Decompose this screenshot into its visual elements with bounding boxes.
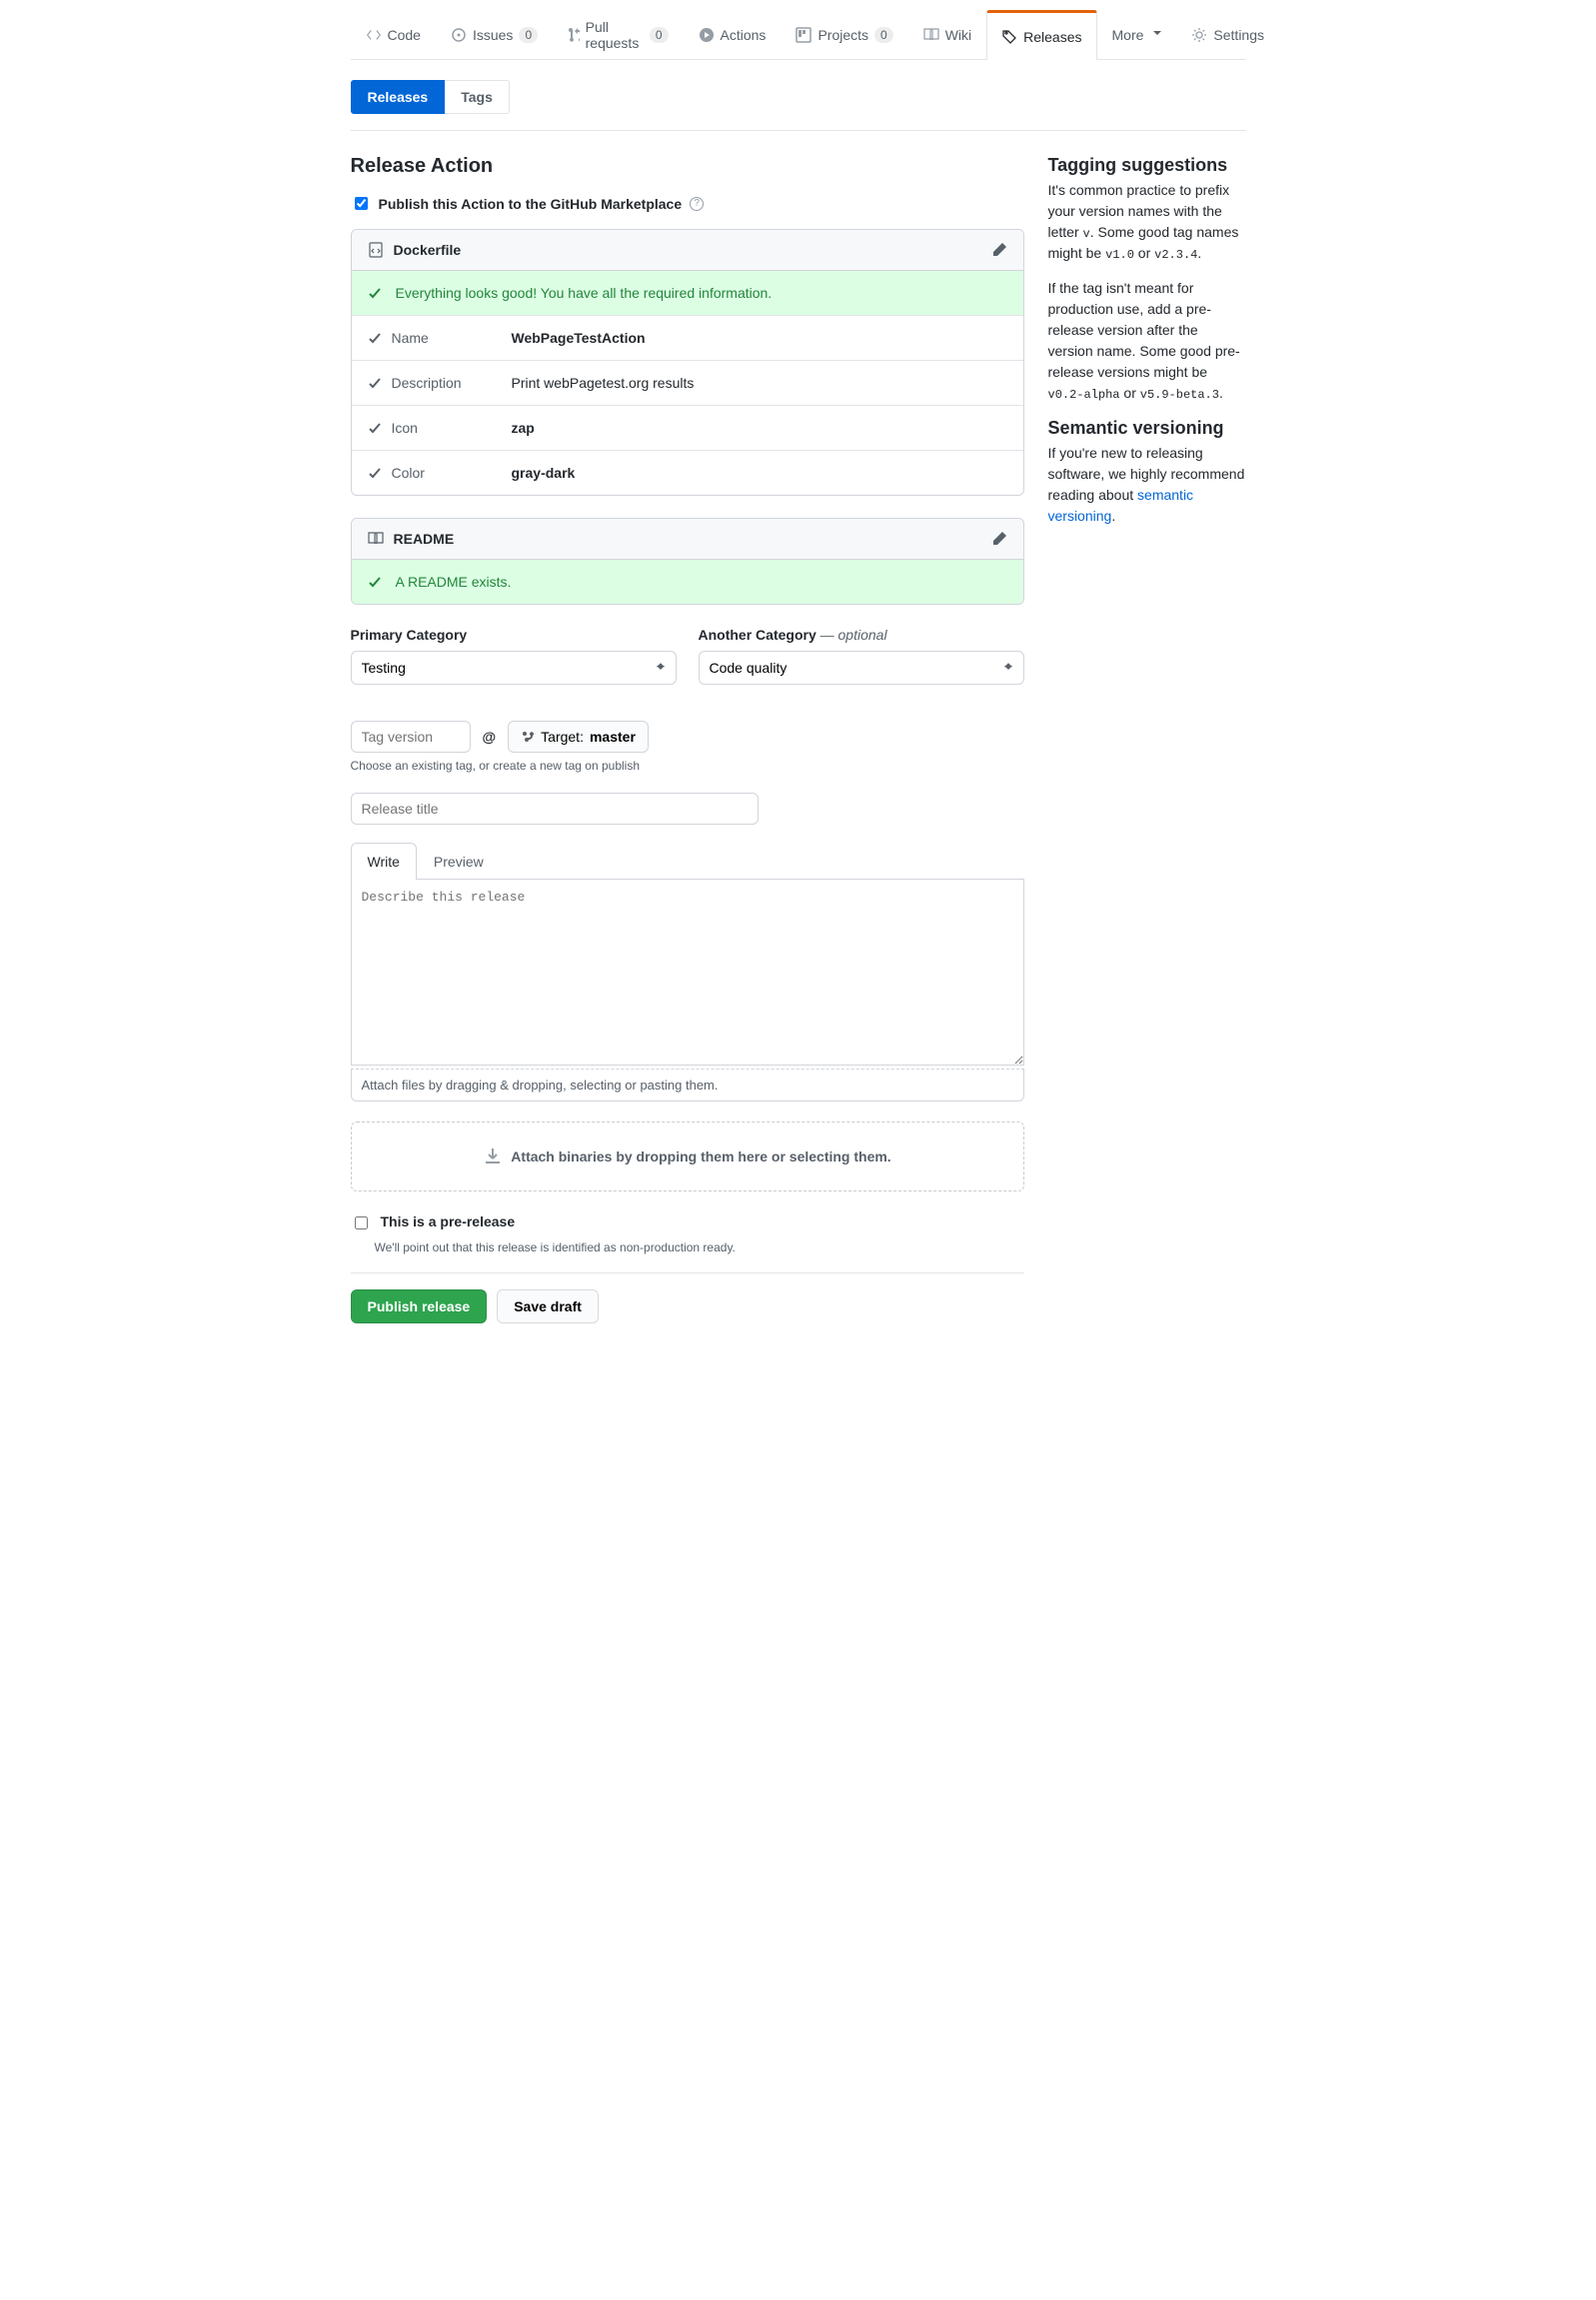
publish-label: Publish this Action to the GitHub Market… [379, 196, 683, 212]
release-description-textarea[interactable] [351, 880, 1024, 1066]
tag-icon [1001, 29, 1017, 45]
subnav-releases[interactable]: Releases [351, 80, 446, 114]
book-icon [368, 531, 384, 547]
release-title-input[interactable] [351, 793, 759, 825]
nav-projects-count: 0 [874, 27, 893, 43]
nav-issues-count: 0 [519, 27, 538, 43]
readme-box: README A README exists. [351, 518, 1024, 605]
tab-preview[interactable]: Preview [417, 843, 501, 880]
releases-subnav: Releases Tags [351, 80, 1246, 114]
nav-code[interactable]: Code [351, 10, 436, 59]
play-icon [699, 27, 715, 43]
primary-category-label: Primary Category [351, 627, 677, 643]
nav-releases[interactable]: Releases [986, 10, 1096, 60]
sidebar-paragraph: If you're new to releasing software, we … [1048, 443, 1246, 527]
book-icon [923, 27, 939, 43]
another-category-select[interactable]: Code quality [699, 651, 1024, 685]
nav-releases-label: Releases [1023, 29, 1081, 45]
check-icon [368, 331, 382, 345]
save-draft-button[interactable]: Save draft [497, 1289, 599, 1323]
primary-category-select[interactable]: Testing [351, 651, 677, 685]
nav-pull-requests[interactable]: Pull requests 0 [553, 10, 683, 59]
row-label: Description [392, 375, 462, 391]
pencil-icon[interactable] [991, 242, 1007, 258]
issue-icon [451, 27, 467, 43]
subnav-tags[interactable]: Tags [445, 80, 510, 114]
nav-prs-label: Pull requests [586, 19, 644, 51]
git-branch-icon [521, 730, 535, 744]
row-label: Color [392, 465, 425, 481]
nav-actions[interactable]: Actions [684, 10, 782, 59]
nav-settings[interactable]: Settings [1176, 10, 1279, 59]
check-icon [368, 421, 382, 435]
readme-header: README [394, 531, 455, 547]
dockerfile-success: Everything looks good! You have all the … [396, 285, 773, 301]
file-code-icon [368, 242, 384, 258]
publish-release-button[interactable]: Publish release [351, 1289, 488, 1323]
check-icon [368, 466, 382, 480]
prerelease-note: We'll point out that this release is ide… [375, 1240, 1024, 1254]
row-value: gray-dark [512, 465, 576, 481]
sidebar-heading-semver: Semantic versioning [1048, 418, 1246, 439]
check-icon [368, 575, 382, 589]
tag-version-input[interactable] [351, 721, 471, 753]
binaries-dropzone[interactable]: Attach binaries by dropping them here or… [351, 1122, 1024, 1191]
nav-actions-label: Actions [721, 27, 767, 43]
tab-write[interactable]: Write [351, 843, 417, 880]
row-value: zap [512, 420, 535, 436]
nav-wiki-label: Wiki [945, 27, 971, 43]
another-category-label: Another Category — optional [699, 627, 1024, 643]
sidebar: Tagging suggestions It's common practice… [1048, 155, 1246, 1353]
row-label: Icon [392, 420, 418, 436]
divider [351, 1272, 1024, 1273]
nav-more-label: More [1112, 27, 1144, 43]
sidebar-paragraph: It's common practice to prefix your vers… [1048, 180, 1246, 264]
nav-projects-label: Projects [817, 27, 868, 43]
gear-icon [1191, 27, 1207, 43]
nav-code-label: Code [388, 27, 421, 43]
check-icon [368, 286, 382, 300]
sidebar-heading-tagging: Tagging suggestions [1048, 155, 1246, 176]
target-branch-button[interactable]: Target: master [508, 721, 649, 753]
nav-wiki[interactable]: Wiki [908, 10, 986, 59]
row-value: Print webPagetest.org results [512, 375, 695, 391]
repo-nav: Code Issues 0 Pull requests 0 Actions Pr… [351, 0, 1246, 60]
dockerfile-header: Dockerfile [394, 242, 462, 258]
at-symbol: @ [483, 729, 497, 745]
prerelease-label: This is a pre-release [381, 1213, 516, 1229]
code-icon [366, 27, 382, 43]
project-icon [796, 27, 811, 43]
nav-settings-label: Settings [1213, 27, 1264, 43]
nav-issues-label: Issues [473, 27, 513, 43]
row-value: WebPageTestAction [512, 330, 646, 346]
download-icon [483, 1147, 503, 1166]
sidebar-paragraph: If the tag isn't meant for production us… [1048, 278, 1246, 404]
main-column: Release Action Publish this Action to th… [351, 155, 1024, 1353]
readme-success: A README exists. [396, 574, 512, 590]
pencil-icon[interactable] [991, 531, 1007, 547]
divider [351, 130, 1246, 131]
tag-hint: Choose an existing tag, or create a new … [351, 759, 1024, 773]
nav-more[interactable]: More [1097, 10, 1177, 59]
row-label: Name [392, 330, 429, 346]
prerelease-checkbox[interactable] [355, 1216, 368, 1229]
nav-prs-count: 0 [650, 27, 669, 43]
attach-files-hint[interactable]: Attach files by dragging & dropping, sel… [351, 1069, 1024, 1102]
dockerfile-box: Dockerfile Everything looks good! You ha… [351, 229, 1024, 496]
git-pull-request-icon [568, 27, 580, 43]
publish-checkbox[interactable] [355, 197, 368, 210]
nav-projects[interactable]: Projects 0 [781, 10, 907, 59]
nav-issues[interactable]: Issues 0 [436, 10, 553, 59]
page-title: Release Action [351, 155, 1024, 178]
check-icon [368, 376, 382, 390]
help-icon[interactable]: ? [690, 197, 704, 211]
